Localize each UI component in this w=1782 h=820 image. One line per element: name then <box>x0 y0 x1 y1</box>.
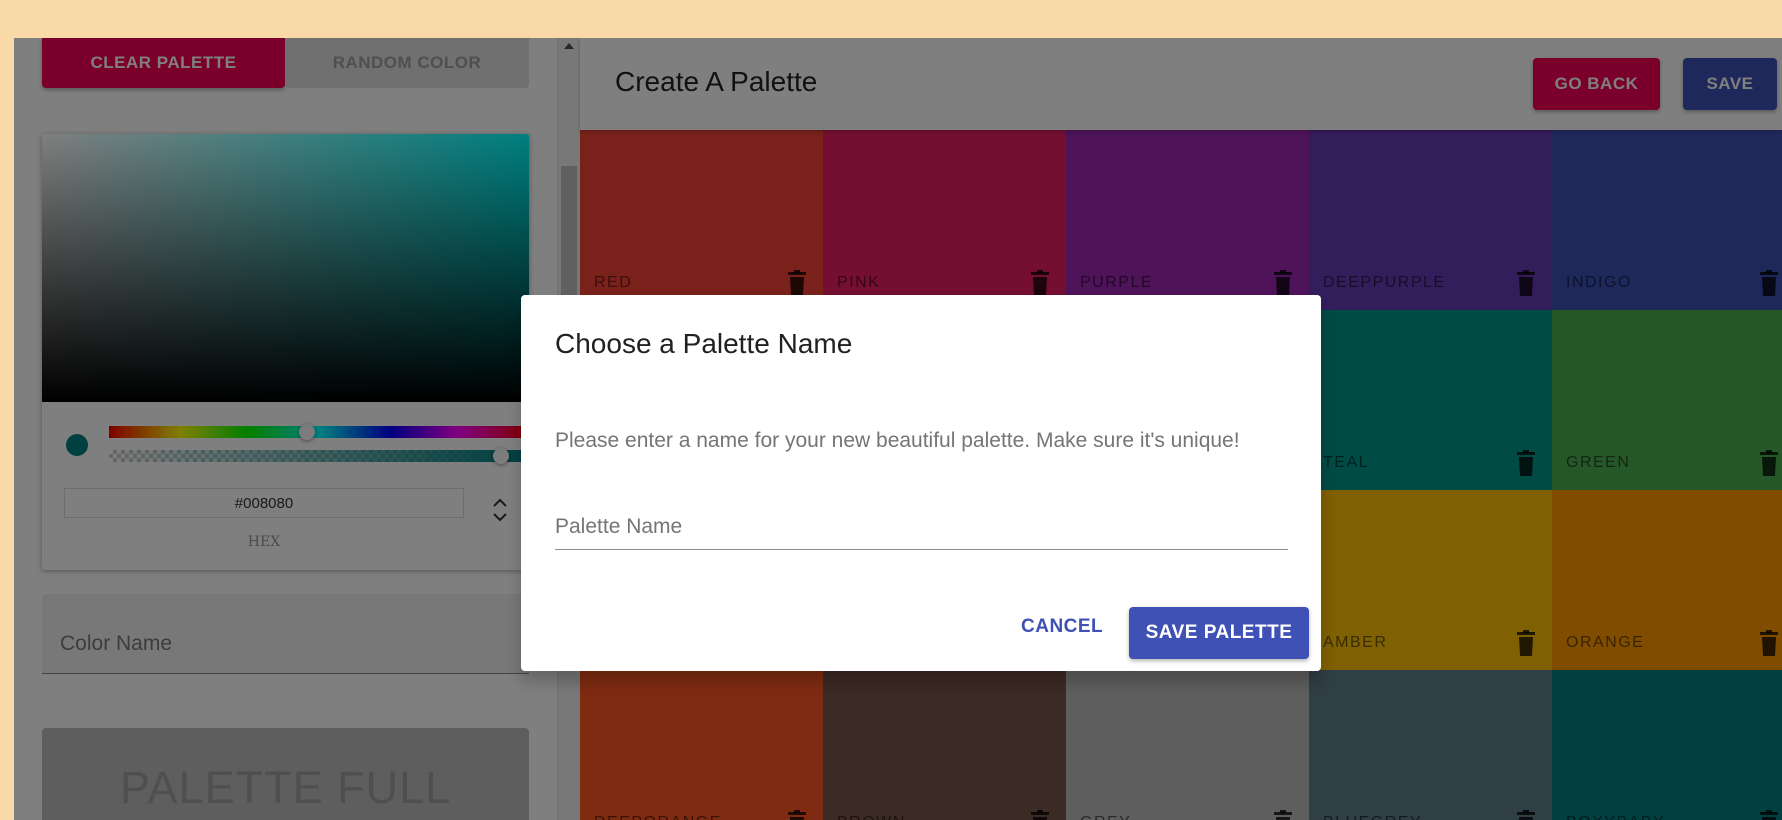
cancel-button[interactable]: CANCEL <box>1015 607 1105 647</box>
dialog-description: Please enter a name for your new beautif… <box>555 429 1240 452</box>
app-window: CLEAR PALETTE RANDOM COLOR HEX PALETTE F… <box>14 38 1782 820</box>
palette-name-input[interactable] <box>555 509 1288 545</box>
palette-name-dialog: Choose a Palette Name Please enter a nam… <box>521 295 1321 671</box>
save-palette-button[interactable]: SAVE PALETTE <box>1129 607 1309 659</box>
palette-name-field[interactable] <box>555 509 1288 550</box>
dialog-title: Choose a Palette Name <box>555 328 853 359</box>
